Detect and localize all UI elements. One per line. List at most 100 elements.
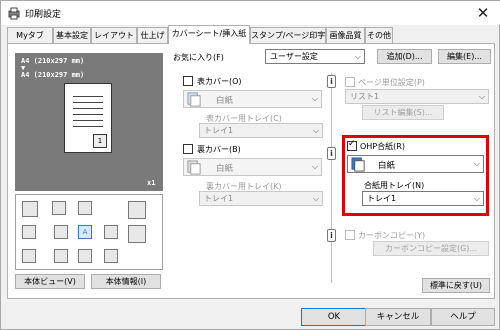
device-icon-panel: A [15, 194, 163, 270]
title-bar: 印刷設定 ✕ [1, 1, 500, 25]
favorites-label: お気に入り(F) [173, 53, 224, 62]
page-unit-list-value: リスト1 [350, 92, 380, 101]
punch-icon[interactable] [78, 201, 92, 215]
text-line [73, 96, 103, 97]
finisher-icon[interactable] [128, 201, 146, 219]
favorites-select[interactable]: ユーザー設定 ⌵ [265, 49, 365, 64]
cancel-button[interactable]: キャンセル [365, 308, 431, 326]
info-icon[interactable]: i [327, 147, 336, 160]
ohp-paper-icon [351, 157, 365, 172]
device-view-button[interactable]: 本体ビュー(V) [15, 274, 85, 289]
ohp-paper-value: 白紙 [378, 161, 396, 171]
add-favorite-button[interactable]: 追加(D)... [377, 49, 432, 64]
chevron-down-icon: ⌵ [311, 162, 318, 171]
close-icon[interactable]: ✕ [471, 3, 495, 23]
tab-label: カバーシート/挿入紙 [171, 29, 247, 38]
page-unit-checkbox[interactable] [345, 77, 355, 87]
restore-defaults-button[interactable]: 標準に戻す(U) [422, 278, 490, 293]
sheet-icon[interactable] [78, 249, 92, 263]
chevron-down-icon: ⌵ [478, 92, 485, 101]
front-cover-paper-select[interactable]: 白紙 ⌵ [183, 90, 322, 108]
ohp-label: OHP合紙(R) [360, 142, 405, 151]
ohp-tray-label: 合紙用トレイ(N) [364, 181, 425, 190]
favorites-value: ユーザー設定 [270, 52, 318, 61]
chevron-down-icon: ⌵ [312, 194, 319, 203]
tab-label: Myタブ [16, 31, 44, 40]
page-unit-list-select[interactable]: リスト1 ⌵ [345, 89, 489, 104]
carbon-copy-setting-button[interactable]: カーボンコピー設定(G)... [373, 241, 489, 256]
paper-preview: 1 [64, 83, 112, 153]
page-unit-label: ページ単位設定(P) [358, 78, 425, 87]
section-divider [331, 73, 332, 283]
carbon-copy-label: カーボンコピー(Y) [358, 231, 426, 240]
window-title: 印刷設定 [25, 10, 62, 20]
tab-label: 基本設定 [56, 31, 88, 40]
ohp-icon[interactable]: A [78, 225, 92, 239]
ohp-paper-select[interactable]: 白紙 ⌵ [347, 155, 484, 173]
ohp-tray-value: トレイ1 [367, 194, 397, 203]
add-label: 追加(D)... [386, 52, 423, 61]
printer-icon [8, 7, 20, 20]
text-line [73, 126, 103, 127]
ohp-tray-select[interactable]: トレイ1 ⌵ [362, 191, 484, 206]
chevron-down-icon: ⌵ [354, 52, 361, 61]
back-cover-paper-select[interactable]: 白紙 ⌵ [183, 158, 322, 176]
cover-icon[interactable] [54, 225, 68, 239]
tab-layout[interactable]: レイアウト [91, 27, 137, 43]
tab-label: 仕上げ [140, 31, 165, 40]
original-size: A4 (210x297 mm) [21, 57, 85, 65]
info-icon[interactable]: i [327, 229, 336, 242]
paper-icon [187, 160, 201, 175]
text-line [73, 108, 103, 109]
text-line [73, 120, 103, 121]
tab-label: レイアウト [94, 31, 134, 40]
tab-other[interactable]: その他 [365, 27, 393, 43]
paper-icon [187, 92, 201, 107]
carbon-copy-checkbox[interactable] [345, 230, 355, 240]
fold-icon[interactable] [54, 249, 68, 263]
front-cover-tray-value: トレイ1 [204, 126, 234, 135]
back-cover-checkbox[interactable] [183, 144, 193, 154]
tab-stamp[interactable]: スタンプ/ページ印字 [250, 27, 326, 43]
text-line [73, 102, 103, 103]
edit-label: 編集(E)... [447, 52, 482, 61]
output-icon[interactable] [104, 249, 118, 263]
printer-device-icon[interactable] [22, 201, 38, 217]
chevron-down-icon: ⌵ [312, 126, 319, 135]
device-info-button[interactable]: 本体情報(I) [91, 274, 161, 289]
output-size: A4 (210x297 mm) [21, 71, 85, 79]
front-cover-tray-select[interactable]: トレイ1 ⌵ [199, 123, 323, 138]
print-settings-window: 印刷設定 ✕ Myタブ 基本設定 レイアウト 仕上げ カバーシート/挿入紙 スタ… [0, 0, 500, 330]
insert-icon[interactable] [104, 225, 118, 239]
back-cover-label: 裏カバー(B) [197, 145, 241, 154]
print-preview: A4 (210x297 mm) ▼ A4 (210x297 mm) 1 x1 [15, 53, 163, 191]
back-cover-paper-value: 白紙 [216, 164, 234, 174]
chevron-down-icon: ⌵ [311, 94, 318, 103]
large-tray-icon[interactable] [128, 225, 146, 243]
info-icon[interactable]: i [327, 75, 336, 88]
tab-image-quality[interactable]: 画像品質 [326, 27, 365, 43]
chevron-down-icon: ⌵ [473, 159, 480, 168]
ohp-checkbox[interactable] [347, 139, 357, 151]
list-edit-button[interactable]: リスト編集(S)... [362, 105, 444, 120]
edit-favorite-button[interactable]: 編集(E)... [438, 49, 491, 64]
back-cover-tray-value: トレイ1 [204, 194, 234, 203]
ok-button[interactable]: OK [301, 308, 367, 326]
front-cover-paper-value: 白紙 [216, 96, 234, 106]
tab-finishing[interactable]: 仕上げ [137, 27, 168, 43]
back-cover-tray-select[interactable]: トレイ1 ⌵ [199, 191, 323, 206]
chevron-down-icon: ⌵ [473, 194, 480, 203]
book-icon[interactable] [22, 249, 36, 263]
front-cover-label: 表カバー(O) [197, 77, 242, 86]
tab-cover-sheet[interactable]: カバーシート/挿入紙 [168, 25, 250, 44]
text-line [73, 114, 103, 115]
page-number-icon: 1 [93, 134, 107, 148]
tab-label: 画像品質 [329, 31, 362, 40]
front-cover-checkbox[interactable] [183, 76, 193, 86]
copies-count: x1 [147, 179, 156, 187]
tab-basic[interactable]: 基本設定 [53, 27, 91, 43]
help-button[interactable]: ヘルプ [431, 308, 495, 326]
staple-icon[interactable] [52, 201, 66, 215]
tab-my[interactable]: Myタブ [7, 27, 53, 43]
tray-icon[interactable] [22, 225, 36, 239]
